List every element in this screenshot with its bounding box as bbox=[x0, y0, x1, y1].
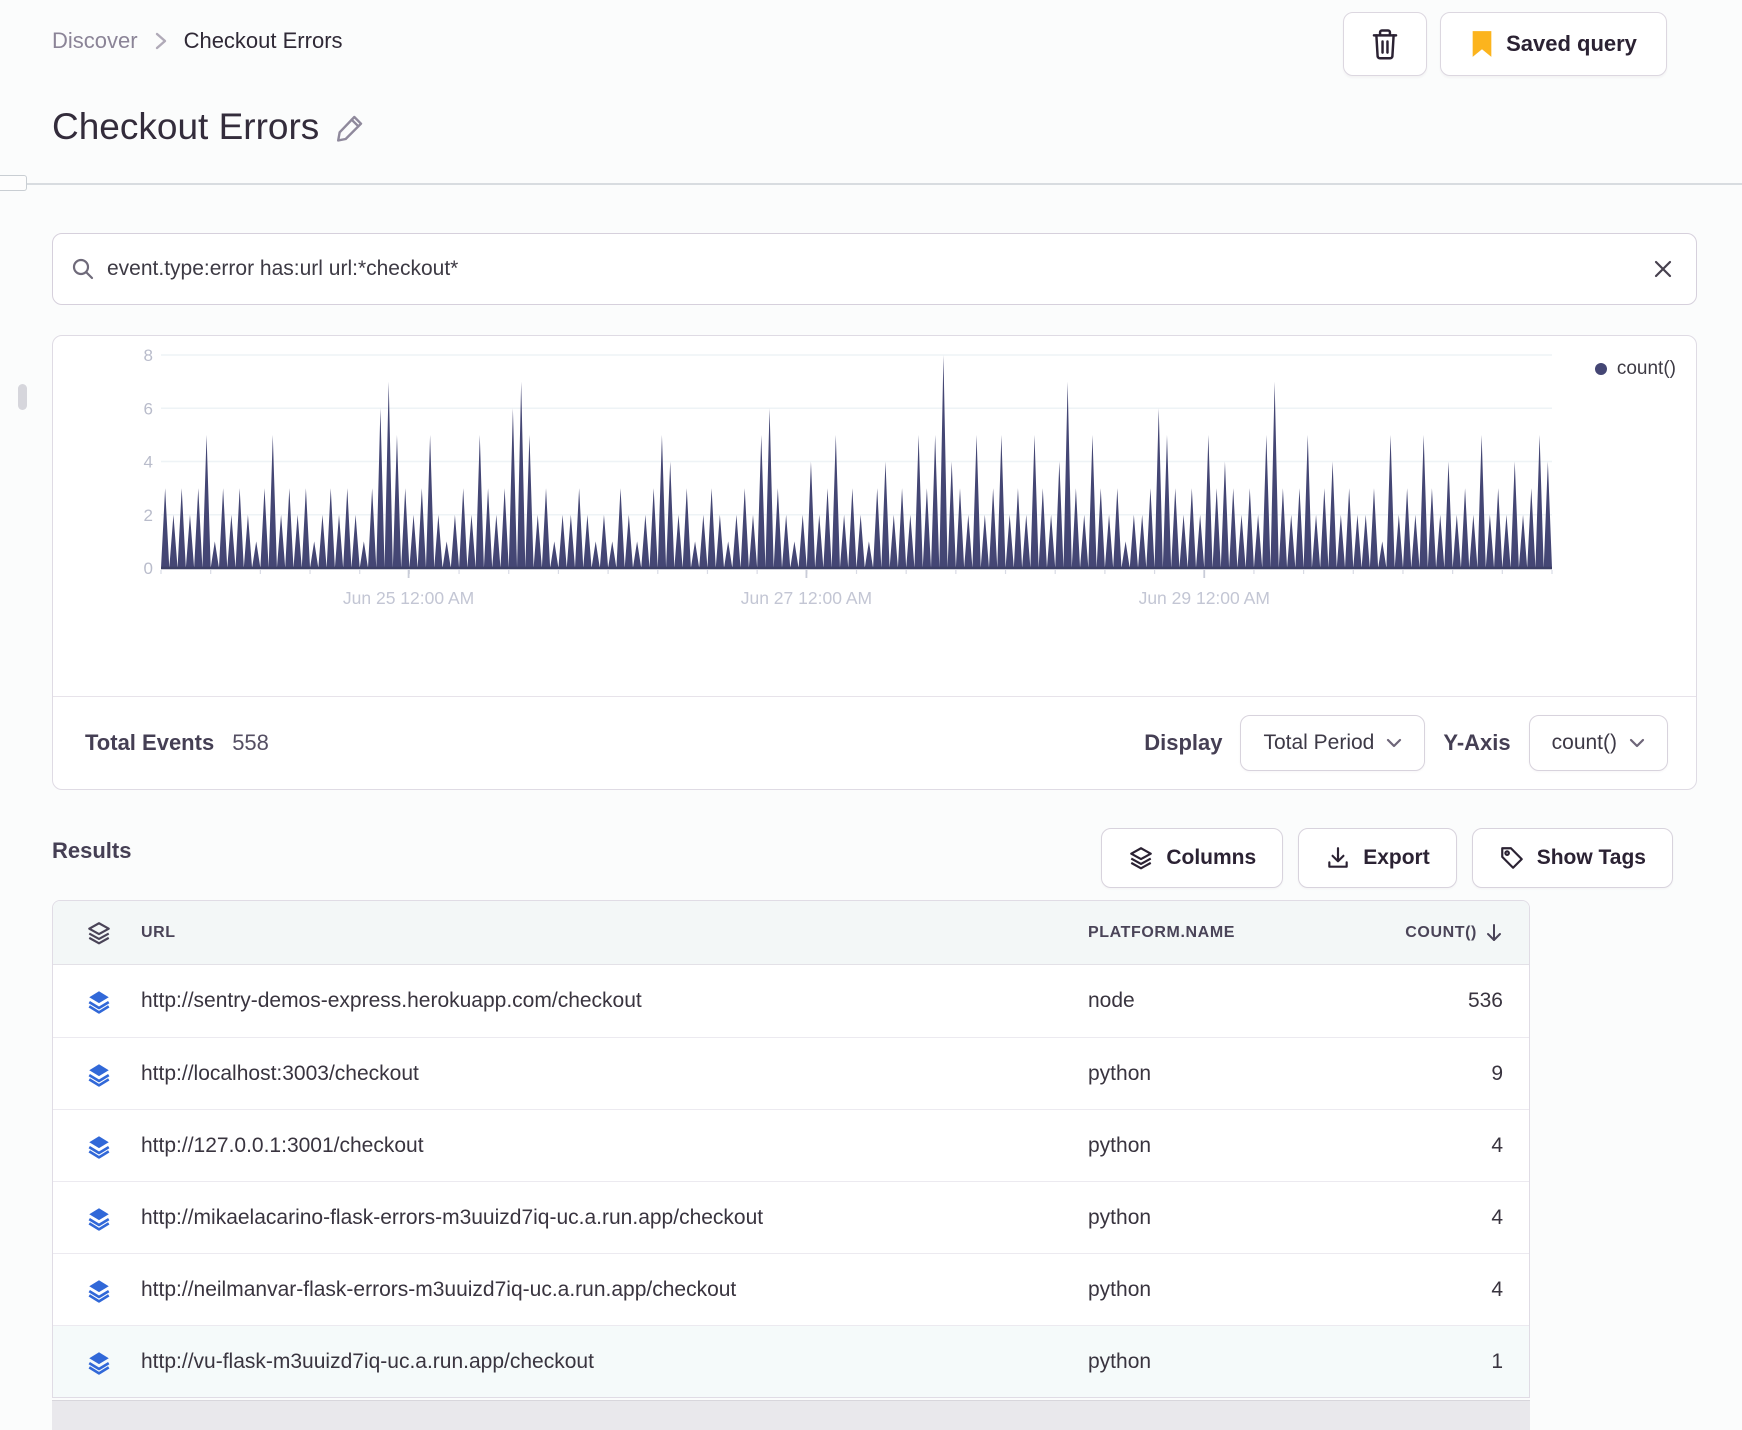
url-cell: http://vu-flask-m3uuizd7iq-uc.a.run.app/… bbox=[141, 1349, 594, 1373]
scroll-indicator[interactable] bbox=[18, 384, 27, 410]
results-table: URL PLATFORM.NAME COUNT() http://sentry-… bbox=[52, 900, 1530, 1398]
column-header-url[interactable]: URL bbox=[141, 924, 176, 942]
sort-desc-arrow-icon bbox=[1487, 923, 1501, 941]
table-row[interactable]: http://127.0.0.1:3001/checkout python 4 bbox=[53, 1109, 1529, 1181]
chevron-down-icon bbox=[1387, 738, 1402, 748]
svg-text:Jun 25 12:00 AM: Jun 25 12:00 AM bbox=[343, 588, 474, 608]
row-layers-icon[interactable] bbox=[86, 1204, 112, 1232]
table-footer-strip bbox=[52, 1400, 1530, 1430]
collapse-handle[interactable] bbox=[0, 175, 27, 191]
svg-text:2: 2 bbox=[144, 506, 153, 525]
platform-cell: python bbox=[1088, 1133, 1152, 1157]
url-cell: http://neilmanvar-flask-errors-m3uuizd7i… bbox=[141, 1277, 737, 1301]
table-body: http://sentry-demos-express.herokuapp.co… bbox=[53, 965, 1529, 1397]
breadcrumb: Discover Checkout Errors bbox=[52, 28, 343, 54]
header-divider bbox=[0, 183, 1742, 185]
chevron-down-icon bbox=[1629, 738, 1645, 748]
row-layers-icon[interactable] bbox=[86, 1276, 112, 1304]
yaxis-label: Y-Axis bbox=[1443, 730, 1511, 755]
search-input[interactable] bbox=[107, 257, 1640, 281]
display-label: Display bbox=[1144, 730, 1223, 755]
table-row[interactable]: http://vu-flask-m3uuizd7iq-uc.a.run.app/… bbox=[53, 1325, 1529, 1397]
breadcrumb-current: Checkout Errors bbox=[183, 28, 343, 53]
events-chart-panel: count() 0 2 4 6 8 Jun 25 12:00 AM Jun 27 12:00… bbox=[52, 335, 1697, 790]
count-cell: 1 bbox=[1491, 1349, 1503, 1373]
platform-cell: python bbox=[1088, 1277, 1152, 1301]
url-cell: http://mikaelacarino-flask-errors-m3uuiz… bbox=[141, 1205, 764, 1229]
svg-text:6: 6 bbox=[144, 399, 153, 418]
table-header-row: URL PLATFORM.NAME COUNT() bbox=[53, 901, 1529, 965]
platform-cell: python bbox=[1088, 1061, 1152, 1085]
breadcrumb-discover-link[interactable]: Discover bbox=[52, 28, 138, 54]
row-layers-icon[interactable] bbox=[86, 1348, 112, 1376]
column-header-platform[interactable]: PLATFORM.NAME bbox=[1088, 924, 1235, 942]
count-cell: 4 bbox=[1491, 1277, 1503, 1301]
tag-icon bbox=[1500, 847, 1523, 869]
platform-cell: python bbox=[1088, 1205, 1152, 1229]
show-tags-button[interactable]: Show Tags bbox=[1471, 828, 1673, 888]
delete-query-button[interactable] bbox=[1343, 12, 1427, 76]
table-row[interactable]: http://neilmanvar-flask-errors-m3uuizd7i… bbox=[53, 1253, 1529, 1325]
table-row[interactable]: http://sentry-demos-express.herokuapp.co… bbox=[53, 965, 1529, 1037]
row-layers-icon[interactable] bbox=[86, 1132, 112, 1160]
edit-columns-icon[interactable] bbox=[86, 919, 112, 947]
count-cell: 4 bbox=[1491, 1205, 1503, 1229]
results-actions: Columns Export Show Tags bbox=[52, 828, 1673, 888]
table-row[interactable]: http://localhost:3003/checkout python 9 bbox=[53, 1037, 1529, 1109]
edit-pencil-icon[interactable] bbox=[335, 111, 367, 143]
search-bar bbox=[52, 233, 1697, 305]
svg-text:8: 8 bbox=[144, 346, 153, 365]
display-select[interactable]: Total Period bbox=[1240, 715, 1426, 771]
search-icon bbox=[71, 257, 95, 281]
total-events-value: 558 bbox=[232, 730, 269, 755]
platform-cell: node bbox=[1088, 989, 1135, 1012]
svg-text:0: 0 bbox=[144, 559, 153, 578]
chart-footer: Total Events 558 Display Total Period Y-… bbox=[53, 696, 1696, 789]
count-cell: 9 bbox=[1491, 1061, 1503, 1085]
url-cell: http://localhost:3003/checkout bbox=[141, 1061, 419, 1085]
table-row[interactable]: http://mikaelacarino-flask-errors-m3uuiz… bbox=[53, 1181, 1529, 1253]
export-button[interactable]: Export bbox=[1298, 828, 1457, 888]
url-cell: http://sentry-demos-express.herokuapp.co… bbox=[141, 989, 642, 1012]
legend-label: count() bbox=[1616, 358, 1676, 379]
count-cell: 536 bbox=[1467, 989, 1503, 1012]
events-area-chart: 0 2 4 6 8 Jun 25 12:00 AM Jun 27 12:00 AM Jun 2… bbox=[144, 346, 1553, 608]
clear-search-icon[interactable] bbox=[1652, 258, 1674, 280]
saved-query-label: Saved query bbox=[1506, 31, 1637, 56]
layers-icon bbox=[1130, 847, 1153, 870]
row-layers-icon[interactable] bbox=[86, 1060, 112, 1088]
svg-text:Jun 29 12:00 AM: Jun 29 12:00 AM bbox=[1139, 588, 1270, 608]
url-cell: http://127.0.0.1:3001/checkout bbox=[141, 1133, 424, 1157]
svg-text:4: 4 bbox=[144, 453, 153, 472]
column-header-count[interactable]: COUNT() bbox=[1405, 923, 1503, 943]
saved-query-button[interactable]: Saved query bbox=[1440, 12, 1667, 76]
yaxis-select[interactable]: count() bbox=[1528, 715, 1668, 771]
download-icon bbox=[1328, 847, 1348, 868]
page-title: Checkout Errors bbox=[52, 106, 367, 148]
chevron-right-icon bbox=[154, 30, 168, 52]
columns-button[interactable]: Columns bbox=[1101, 828, 1284, 888]
count-cell: 4 bbox=[1491, 1133, 1503, 1157]
svg-text:Jun 27 12:00 AM: Jun 27 12:00 AM bbox=[741, 588, 872, 608]
total-events-label: Total Events bbox=[85, 730, 215, 755]
platform-cell: python bbox=[1088, 1349, 1152, 1373]
bookmark-icon bbox=[1470, 30, 1494, 58]
row-layers-icon[interactable] bbox=[86, 987, 112, 1015]
trash-icon bbox=[1370, 28, 1400, 60]
